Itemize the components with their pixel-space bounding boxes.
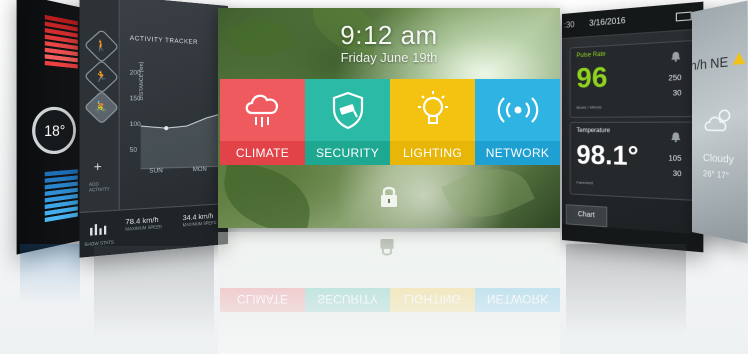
clock-date: Friday June 19th (340, 50, 438, 65)
pulse-card[interactable]: Pulse Rate 96 Beats / Minute 250 30 (569, 39, 695, 118)
tile-climate[interactable]: CLIMATE (220, 79, 305, 165)
cloud-sun-icon (703, 107, 737, 135)
max-speed-1: 78.4 km/h MAXIMUM SPEED (125, 216, 163, 232)
walking-icon[interactable]: 🚶 (83, 28, 120, 64)
alarm-bell-icon[interactable] (670, 51, 681, 62)
tile-top (220, 79, 305, 141)
vitals-status-bar: :30 3/16/2016 (562, 1, 704, 40)
lock-icon[interactable] (378, 184, 400, 208)
control-tiles: CLIMATE SECURITY LIGHTING NETWORK (220, 79, 560, 165)
speed-label: MAXIMUM SPEED (182, 219, 217, 228)
main-panel-reflection: CLIMATE SECURITY LIGHTING NETWORK (218, 232, 560, 354)
distance-chart (140, 62, 228, 177)
pulse-title: Pulse Rate (576, 51, 606, 60)
cool-bars (44, 169, 78, 223)
temperature-card[interactable]: Temperature 98.1° Farenheit 105 30 (569, 121, 695, 201)
clock-time: 9:12 am (340, 20, 438, 50)
tile-network[interactable]: NETWORK (475, 79, 560, 165)
temperature-value: 98.1° (576, 139, 639, 172)
pulse-value: 96 (576, 60, 608, 94)
temperature-dial[interactable]: 18° (32, 106, 76, 156)
reflection-fade (218, 232, 560, 354)
weather-panel: n/h NE Cloudy 26° 17° (692, 0, 748, 244)
pulse-low: 30 (672, 89, 682, 98)
bar-chart-icon[interactable] (89, 220, 107, 236)
temperature-high: 105 (668, 155, 682, 164)
tile-security[interactable]: SECURITY (305, 79, 390, 165)
y-tick: 100 (129, 121, 141, 129)
x-tick: MON (192, 166, 207, 174)
tile-top (390, 79, 475, 141)
tile-label: CLIMATE (220, 141, 305, 165)
vitals-reflection (566, 244, 686, 334)
home-control-panel: 9:12 am Friday June 19th CLIMATE SECURIT… (218, 8, 560, 228)
max-speed-2: 34.4 km/h MAXIMUM SPEED (182, 213, 217, 228)
weather-temps: 26° 17° (703, 168, 729, 181)
activity-tracker-panel: 🚶 🏃 🚴 + ADD ACTIVITY ACTIVITY TRACKER 20… (79, 0, 228, 258)
wireless-signal-icon (497, 97, 538, 123)
vitals-panel: :30 3/16/2016 Pulse Rate 96 Beats / Minu… (562, 1, 704, 253)
running-icon[interactable]: 🏃 (83, 59, 120, 94)
cycling-icon[interactable]: 🚴 (83, 90, 120, 125)
y-tick: 50 (129, 147, 138, 155)
tile-label: LIGHTING (390, 141, 475, 165)
vitals-date: 3/16/2016 (589, 15, 626, 28)
wind-speed: n/h NE (692, 53, 729, 74)
add-icon[interactable]: + (94, 159, 102, 175)
cloud-rain-icon (245, 94, 278, 127)
alarm-bell-icon[interactable] (670, 131, 681, 143)
activity-reflection (94, 246, 214, 336)
x-tick: SUN (149, 168, 163, 175)
lightbulb-icon (417, 91, 448, 124)
temperature-title: Temperature (576, 128, 611, 135)
warning-icon[interactable] (732, 51, 746, 65)
security-camera-shield-icon (332, 91, 363, 130)
temperature-value: 18° (44, 121, 66, 140)
tile-label: NETWORK (475, 141, 560, 165)
activity-title: ACTIVITY TRACKER (129, 35, 198, 47)
speed-label: MAXIMUM SPEED (125, 223, 163, 232)
pulse-unit: Beats / Minute (576, 104, 602, 110)
temperature-unit: Farenheit (576, 179, 594, 186)
background-leaf (218, 160, 317, 228)
temperature-low: 30 (672, 170, 682, 179)
clock-fragment: :30 (563, 19, 575, 30)
tile-top (475, 79, 560, 141)
tile-lighting[interactable]: LIGHTING (390, 79, 475, 165)
add-activity-label: ADD ACTIVITY (88, 181, 110, 193)
pulse-high: 250 (668, 74, 682, 83)
tile-top (305, 79, 390, 141)
heat-bars (44, 14, 78, 69)
weather-condition: Cloudy (703, 152, 734, 167)
battery-icon (675, 11, 692, 22)
tile-label: SECURITY (305, 141, 390, 165)
temperature-reflection (20, 244, 80, 304)
